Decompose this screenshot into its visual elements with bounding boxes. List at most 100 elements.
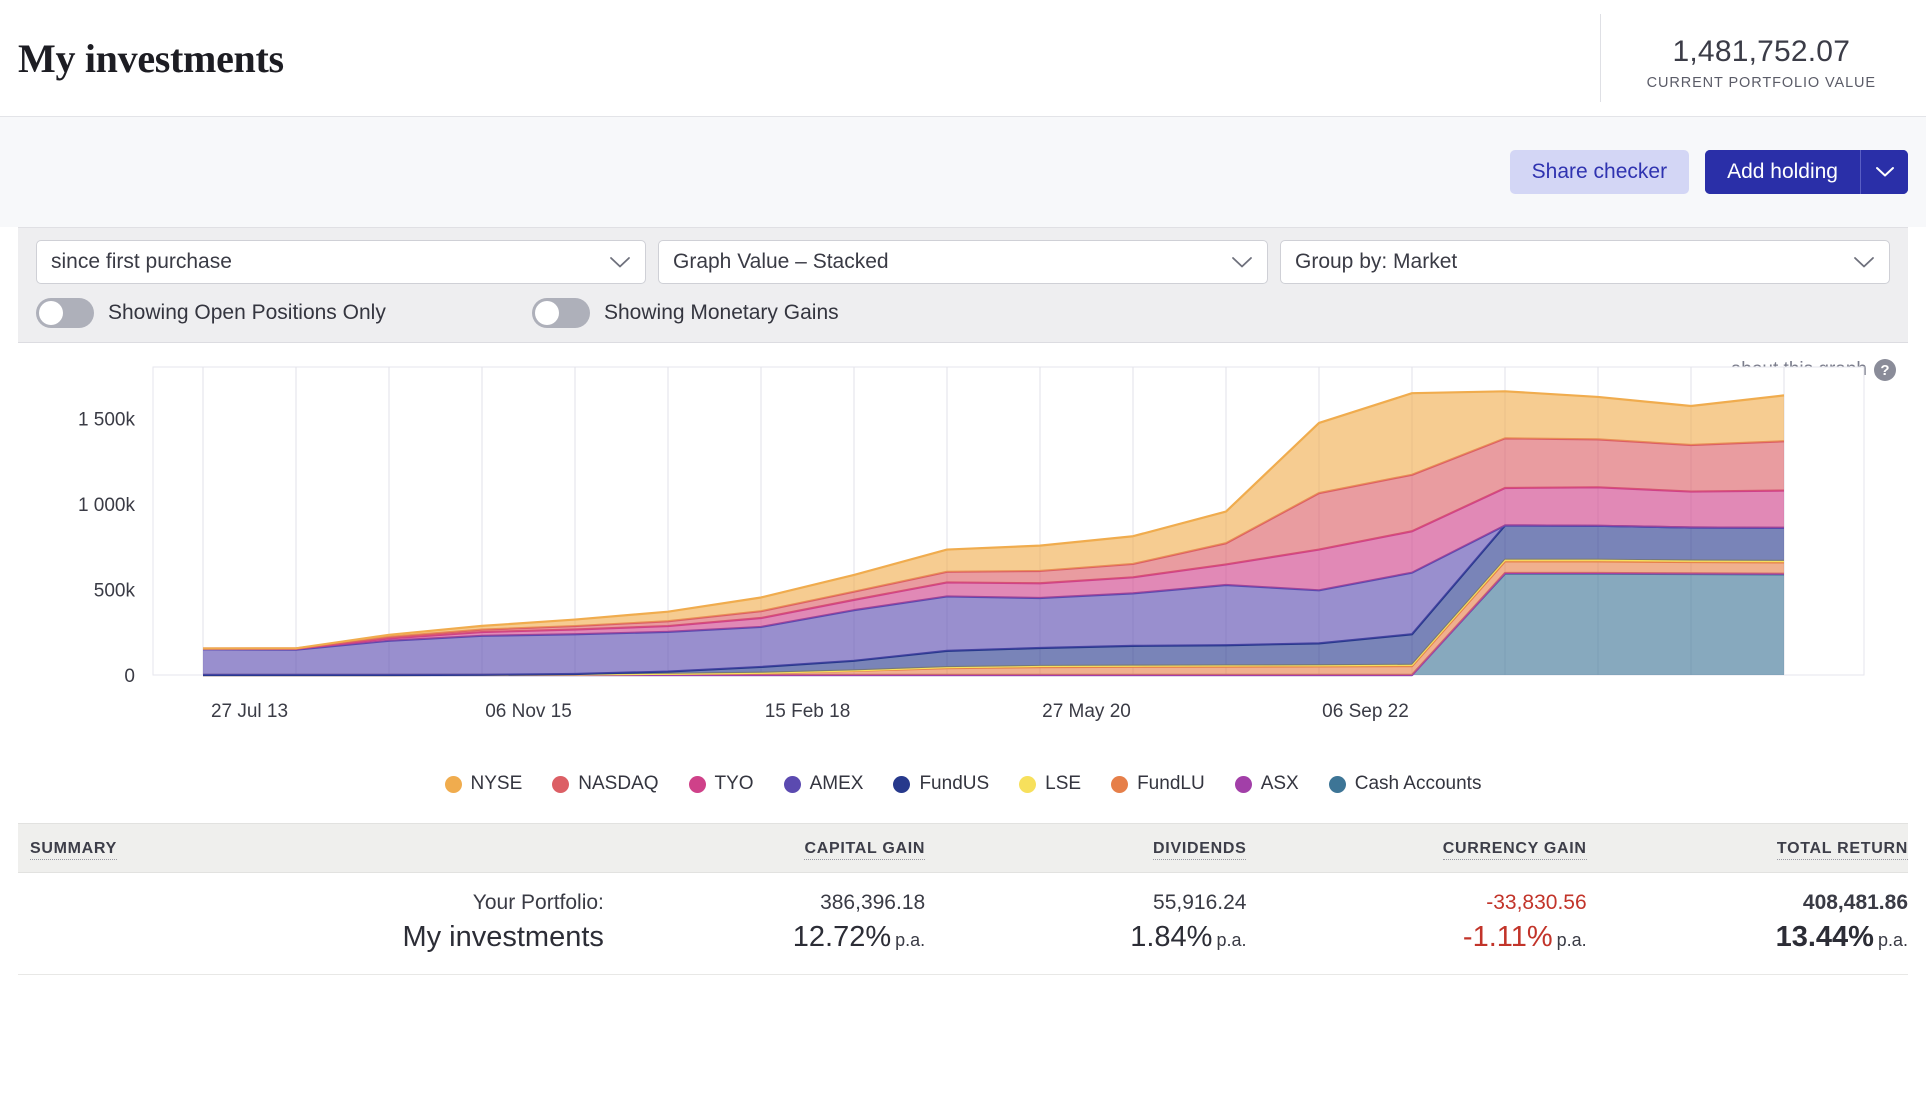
legend-item-amex[interactable]: AMEX (783, 773, 864, 795)
open-positions-toggle[interactable] (36, 298, 94, 328)
currency-gain-pa: p.a. (1556, 929, 1587, 950)
graph-type-select[interactable]: Graph Value – Stacked (658, 240, 1268, 284)
cell-total-return: 408,481.86 13.44% p.a. (1586, 872, 1908, 976)
x-axis-tick-label: 27 Jul 13 (211, 701, 288, 722)
monetary-gains-toggle[interactable] (532, 298, 590, 328)
legend-item-nasdaq[interactable]: NASDAQ (552, 773, 659, 795)
legend-item-fundlu[interactable]: FundLU (1111, 773, 1205, 795)
legend-item-label: NYSE (470, 773, 523, 794)
chart-section: about this graph ? 0500k1 000k1 500k27 J… (18, 343, 1908, 801)
legend-item-label: Cash Accounts (1354, 773, 1482, 794)
toggle-knob (535, 301, 559, 325)
legend-color-dot (552, 775, 570, 793)
legend-item-nyse[interactable]: NYSE (444, 773, 523, 795)
summary-section: SUMMARY CAPITAL GAIN DIVIDENDS CURRENCY … (18, 823, 1908, 976)
chevron-down-icon (1232, 256, 1252, 267)
add-holding-dropdown-button[interactable] (1860, 150, 1908, 194)
table-row: Your Portfolio: My investments 386,396.1… (18, 872, 1908, 976)
summary-table-body: Your Portfolio: My investments 386,396.1… (18, 872, 1908, 976)
legend-color-dot (1328, 775, 1346, 793)
legend-item-asx[interactable]: ASX (1234, 773, 1299, 795)
monetary-gains-toggle-group: Showing Monetary Gains (532, 298, 1028, 328)
y-axis-tick-label: 0 (124, 666, 135, 687)
y-axis-tick-label: 500k (94, 580, 136, 601)
capital-gain-percent: 12.72% (792, 920, 892, 953)
total-return-percent-wrap: 13.44% p.a. (1587, 919, 1908, 957)
chevron-down-icon (610, 256, 630, 267)
portfolio-value-chart[interactable]: 0 500k 1 000k 1 500k 27 Jul 13 06 Nov 15 15 Fe… (18, 357, 1908, 767)
filter-toggles-row: Showing Open Positions Only Showing Mone… (36, 298, 1890, 328)
open-positions-toggle-label: Showing Open Positions Only (108, 301, 386, 324)
legend-color-dot (893, 775, 911, 793)
column-header-currency-gain: CURRENCY GAIN (1246, 823, 1587, 873)
y-axis-tick-label: 1 000k (78, 495, 136, 516)
page-header: My investments 1,481,752.07 CURRENT PORT… (0, 0, 1926, 117)
capital-gain-percent-wrap: 12.72% p.a. (604, 919, 925, 957)
capital-gain-amount: 386,396.18 (820, 891, 926, 914)
total-return-amount: 408,481.86 (1802, 891, 1908, 914)
summary-table-head: SUMMARY CAPITAL GAIN DIVIDENDS CURRENCY … (18, 823, 1908, 873)
legend-color-dot (783, 775, 801, 793)
add-holding-button-group: Add holding (1705, 150, 1908, 194)
legend-item-label: AMEX (809, 773, 864, 794)
legend-item-label: FundUS (919, 773, 990, 794)
x-axis-tick-label: 06 Sep 22 (1322, 701, 1409, 722)
currency-gain-percent: -1.11% (1462, 920, 1553, 953)
portfolio-value-label: CURRENT PORTFOLIO VALUE (1646, 75, 1876, 92)
cell-portfolio-name: Your Portfolio: My investments (18, 872, 604, 976)
toggle-knob (39, 301, 63, 325)
column-header-summary: SUMMARY (18, 823, 604, 873)
currency-gain-amount: -33,830.56 (1486, 891, 1587, 914)
cell-currency-gain: -33,830.56 -1.11% p.a. (1246, 872, 1587, 976)
summary-header-row: SUMMARY CAPITAL GAIN DIVIDENDS CURRENCY … (18, 823, 1908, 873)
summary-table: SUMMARY CAPITAL GAIN DIVIDENDS CURRENCY … (18, 823, 1908, 976)
x-axis-tick-label: 06 Nov 15 (485, 701, 572, 722)
dividends-amount: 55,916.24 (1153, 891, 1247, 914)
legend-item-cash-accounts[interactable]: Cash Accounts (1328, 773, 1482, 795)
group-by-select[interactable]: Group by: Market (1280, 240, 1890, 284)
legend-color-dot (1111, 775, 1129, 793)
cell-dividends: 55,916.24 1.84% p.a. (925, 872, 1247, 976)
page-title: My investments (18, 35, 284, 81)
legend-item-label: TYO (714, 773, 754, 794)
column-header-dividends: DIVIDENDS (925, 823, 1247, 873)
toolbar-button-row: Share checker Add holding (1509, 150, 1908, 194)
chart-legend: NYSE NASDAQ TYO AMEX FundUS LSE FundLU ASX Cash … (18, 773, 1908, 801)
legend-color-dot (1234, 775, 1252, 793)
period-select[interactable]: since first purchase (36, 240, 646, 284)
toolbar: Share checker Add holding (0, 117, 1926, 227)
column-header-capital-gain: CAPITAL GAIN (603, 823, 926, 873)
share-checker-button[interactable]: Share checker (1509, 150, 1690, 194)
dividends-pa: p.a. (1216, 929, 1247, 950)
currency-gain-percent-wrap: -1.11% p.a. (1246, 919, 1587, 957)
capital-gain-pa: p.a. (895, 929, 926, 950)
add-holding-button[interactable]: Add holding (1705, 150, 1860, 194)
group-by-select-value: Group by: Market (1295, 250, 1458, 273)
column-header-total-return: TOTAL RETURN (1586, 823, 1908, 873)
chevron-down-icon (1854, 256, 1874, 267)
portfolio-label-top: Your Portfolio: (472, 891, 604, 914)
chart-svg: 0 500k 1 000k 1 500k 27 Jul 13 06 Nov 15 15 Fe… (78, 366, 1865, 722)
legend-item-tyo[interactable]: TYO (688, 773, 754, 795)
graph-type-select-value: Graph Value – Stacked (673, 250, 889, 273)
legend-item-label: FundLU (1137, 773, 1205, 794)
monetary-gains-toggle-label: Showing Monetary Gains (604, 301, 839, 324)
legend-item-label: LSE (1045, 773, 1082, 794)
x-axis-tick-label: 15 Feb 18 (765, 701, 851, 722)
dividends-percent: 1.84% (1130, 920, 1213, 953)
portfolio-value-box: 1,481,752.07 CURRENT PORTFOLIO VALUE (1599, 14, 1906, 102)
filter-bar: since first purchase Graph Value – Stack… (18, 227, 1908, 343)
period-select-value: since first purchase (51, 250, 232, 273)
total-return-percent: 13.44% (1775, 920, 1874, 953)
portfolio-value-amount: 1,481,752.07 (1672, 34, 1851, 68)
y-axis-tick-label: 1 500k (78, 409, 136, 430)
x-axis-tick-label: 27 May 20 (1042, 701, 1131, 722)
legend-item-label: NASDAQ (578, 773, 659, 794)
cell-capital-gain: 386,396.18 12.72% p.a. (603, 872, 926, 976)
filter-selects-row: since first purchase Graph Value – Stack… (36, 240, 1890, 284)
legend-item-fundus[interactable]: FundUS (893, 773, 989, 795)
legend-item-lse[interactable]: LSE (1019, 773, 1081, 795)
legend-item-label: ASX (1260, 773, 1299, 794)
open-positions-toggle-group: Showing Open Positions Only (36, 298, 532, 328)
legend-color-dot (1019, 775, 1037, 793)
